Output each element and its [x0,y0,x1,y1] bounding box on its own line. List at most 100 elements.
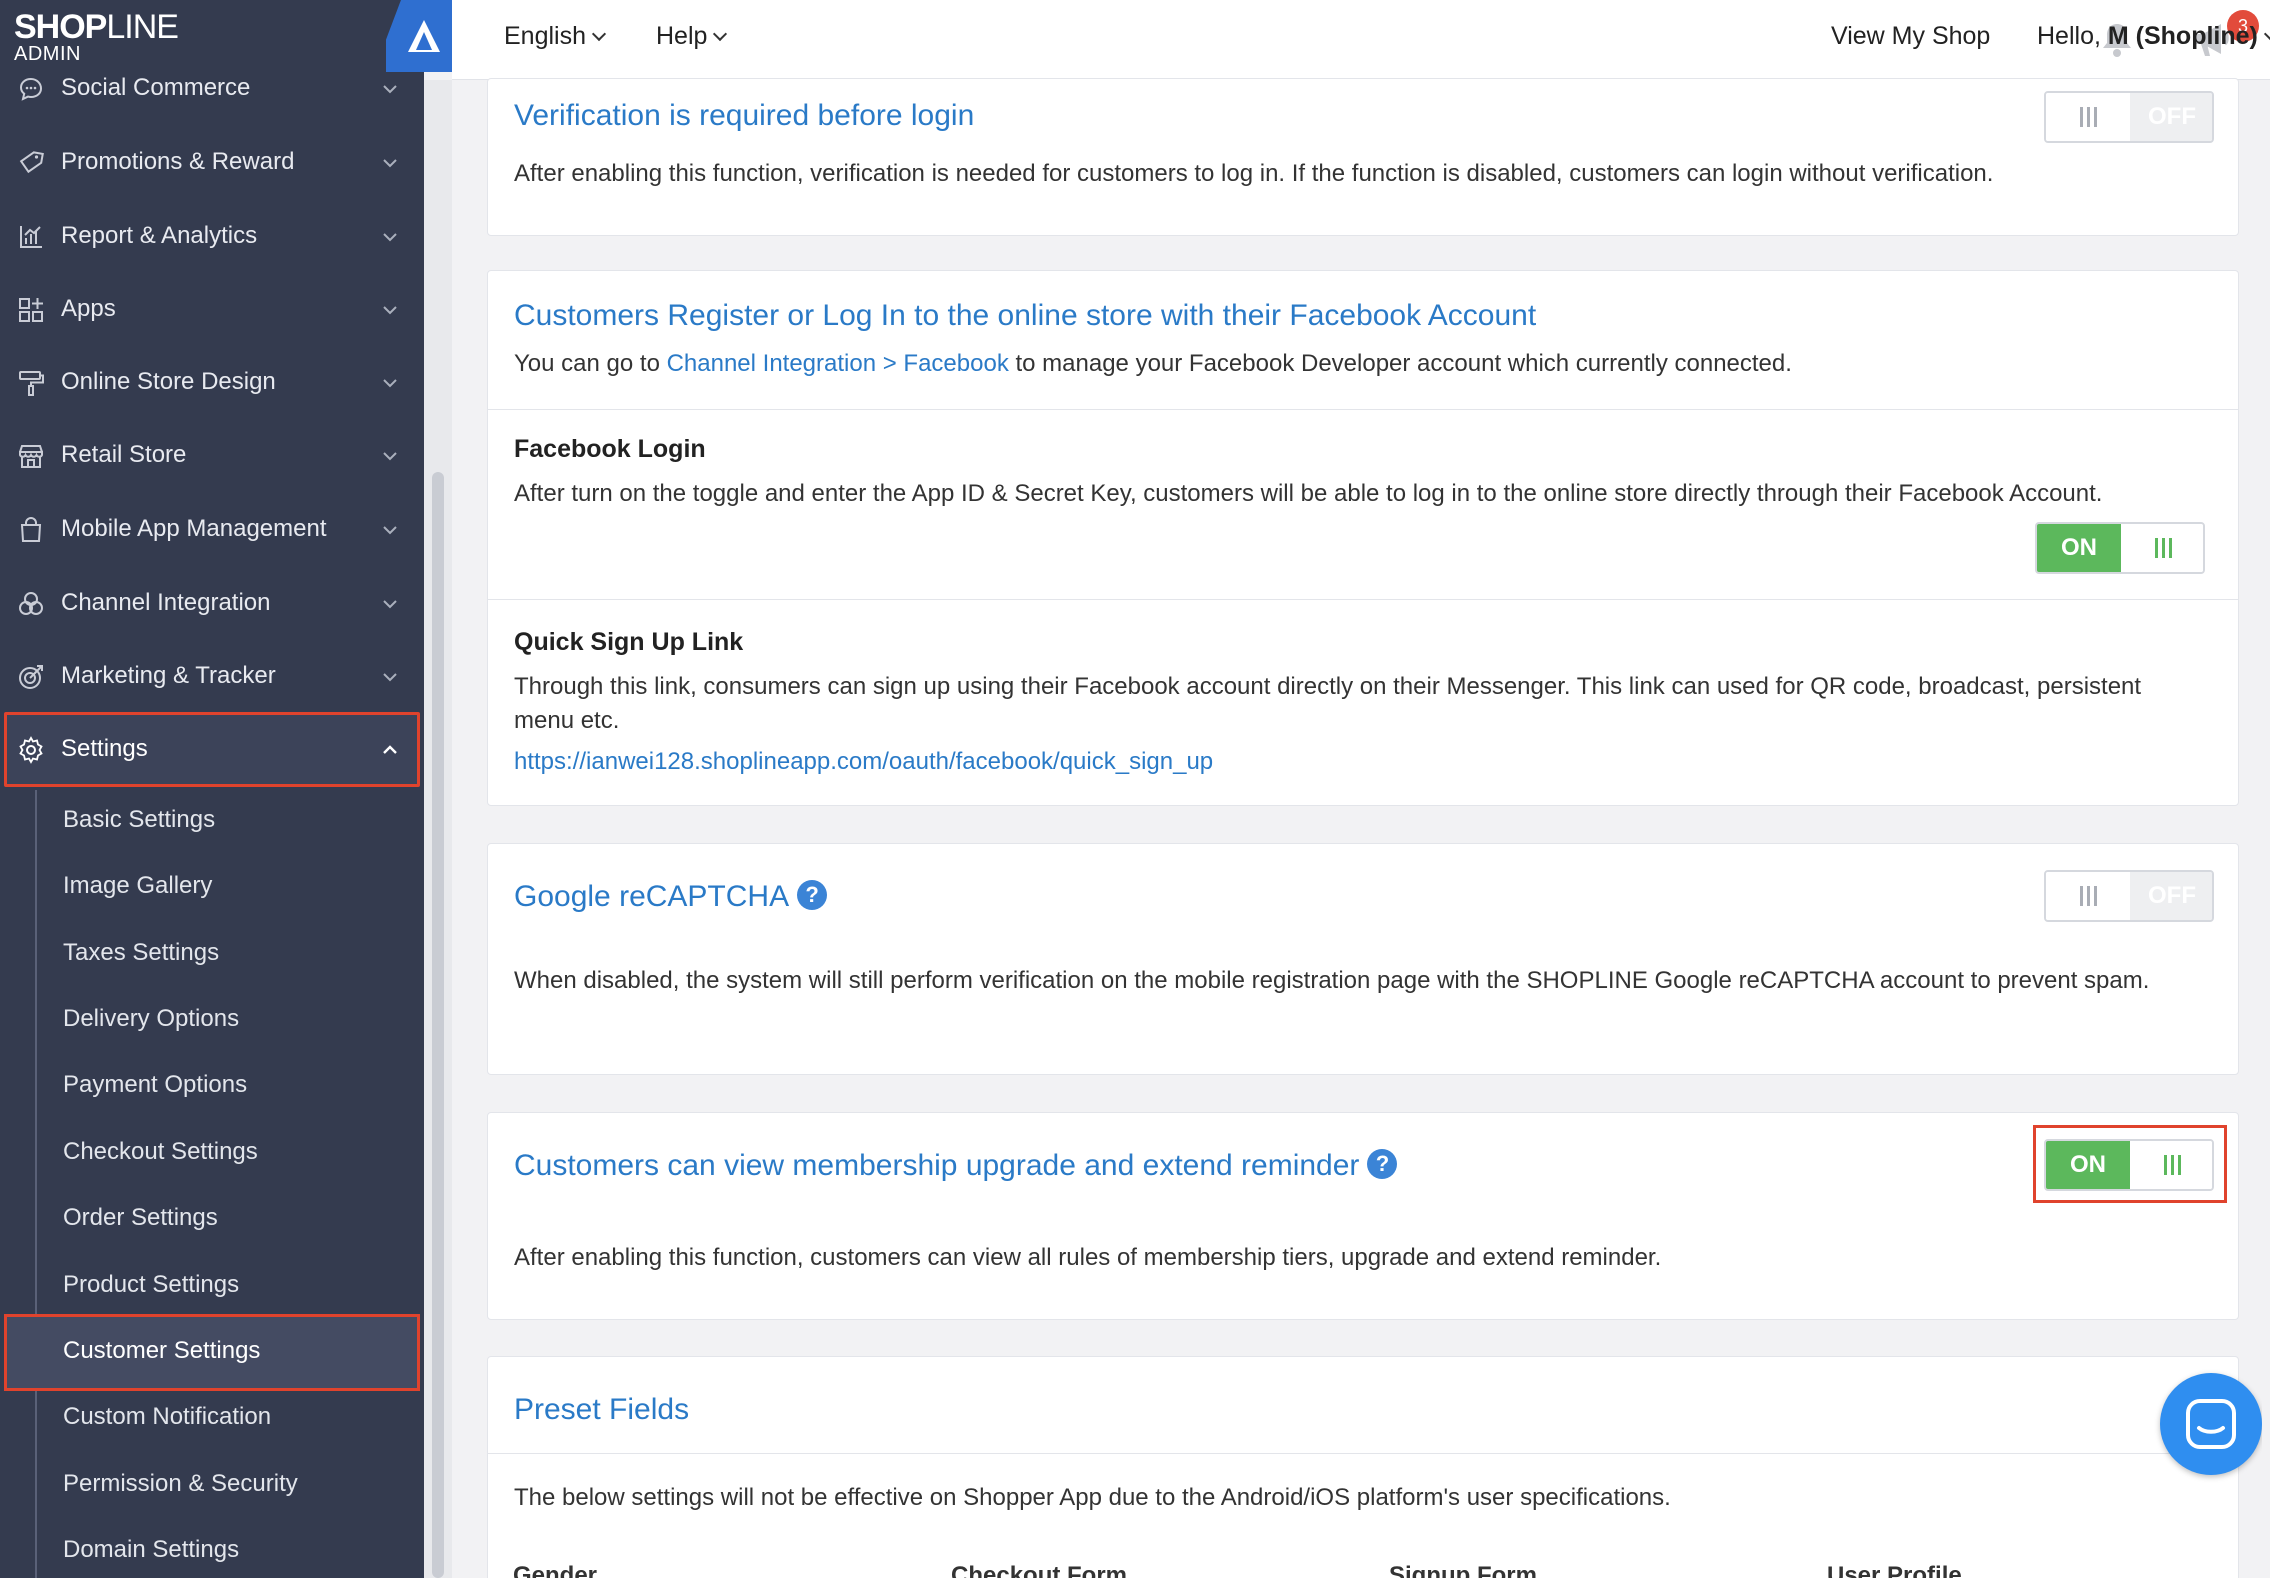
sidebar-item-apps[interactable]: Apps [0,278,424,340]
user-menu[interactable]: Hello, M (Shopline) [2037,22,2270,51]
hello-prefix: Hello, [2037,22,2108,50]
sidebar-item-label: Retail Store [61,441,187,468]
chevron-down-icon [383,526,397,535]
view-my-shop-link[interactable]: View My Shop [1831,22,1990,51]
sidebar-item-channel-integration[interactable]: Channel Integration [0,572,424,634]
sidebar-sub-payment-options[interactable]: Payment Options [63,1071,247,1099]
channels-icon [19,592,43,615]
sidebar-item-label: Mobile App Management [61,515,327,542]
help-icon[interactable]: ? [797,880,828,911]
toggle-state-label: OFF [2130,93,2212,141]
sidebar-item-promotions[interactable]: Promotions & Reward [0,131,424,193]
submenu-line [35,790,37,1578]
facebook-login-title: Facebook Login [514,435,706,463]
sidebar-item-marketing[interactable]: Marketing & Tracker [0,645,424,707]
logo-text: SHOPLINE [14,8,179,46]
sidebar-sub-custom-notification[interactable]: Custom Notification [63,1403,271,1431]
page-scrollbar[interactable] [2262,80,2270,1578]
sidebar-item-label: Settings [61,735,148,762]
membership-title-row: Customers can view membership upgrade an… [514,1149,1398,1183]
facebook-intro: You can go to Channel Integration > Face… [514,347,2214,381]
chevron-down-icon [383,85,397,94]
preset-text: The below settings will not be effective… [514,1484,1671,1511]
divider [488,1453,2238,1454]
sidebar-item-social-commerce[interactable]: Social Commerce [0,57,424,119]
tag-icon [19,151,44,174]
storefront-icon [19,445,43,468]
verification-card: Verification is required before login Af… [487,78,2239,236]
chevron-down-icon [383,600,397,609]
sidebar-item-mobile-app[interactable]: Mobile App Management [0,498,424,560]
sidebar-sub-taxes-settings[interactable]: Taxes Settings [63,939,219,967]
sidebar-sub-customer-settings[interactable]: Customer Settings [63,1337,260,1365]
facebook-login-toggle[interactable]: ON [2035,522,2205,574]
chat-bubble-icon [19,77,43,101]
grip-icon [2080,107,2098,127]
preset-fields-card: Preset Fields The below settings will no… [487,1356,2239,1578]
chat-icon [2186,1399,2236,1449]
column-header: Gender [513,1562,598,1578]
recaptcha-card: Google reCAPTCHA? When disabled, the sys… [487,843,2239,1075]
apps-grid-icon [19,298,43,322]
facebook-intro-after: to manage your Facebook Developer accoun… [1008,350,1792,377]
sidebar-item-label: Channel Integration [61,589,271,616]
paint-roller-icon [19,371,44,396]
sidebar-item-label: Apps [61,295,116,322]
chat-launcher-button[interactable] [2160,1373,2262,1475]
sidebar-item-report-analytics[interactable]: Report & Analytics [0,205,424,267]
facebook-intro-before: You can go to [514,350,667,377]
sidebar-item-settings[interactable]: Settings [0,718,424,780]
sidebar-item-label: Online Store Design [61,368,276,395]
help-label: Help [656,22,708,50]
grip-icon [2080,886,2098,906]
sidebar-scrollbar[interactable] [432,472,444,1578]
column-header: User Profile [1827,1562,1962,1578]
sidebar-item-label: Promotions & Reward [61,148,295,175]
membership-text: After enabling this function, customers … [514,1244,1662,1271]
verification-toggle[interactable]: OFF [2044,91,2214,143]
shopline-logo[interactable]: SHOPLINE ADMIN [14,8,179,64]
help-icon[interactable]: ? [1367,1149,1398,1180]
sidebar-item-label: Report & Analytics [61,222,258,249]
sidebar-item-label: Social Commerce [61,74,251,101]
caret-down-icon [591,26,607,42]
toggle-handle [2046,872,2130,920]
toggle-handle [2046,93,2130,141]
chevron-up-icon [383,745,397,754]
sidebar-sub-image-gallery[interactable]: Image Gallery [63,872,212,900]
recaptcha-title: Google reCAPTCHA [514,880,790,913]
sidebar-item-label: Marketing & Tracker [61,662,276,689]
channel-integration-link[interactable]: Channel Integration > Facebook [667,350,1009,377]
chevron-down-icon [383,306,397,315]
quick-signup-link[interactable]: https://ianwei128.shoplineapp.com/oauth/… [514,745,1213,779]
shopping-bag-icon [20,517,42,542]
sidebar-sub-domain-settings[interactable]: Domain Settings [63,1536,239,1564]
chevron-down-icon [383,159,397,168]
facebook-login-text: After turn on the toggle and enter the A… [514,480,2103,507]
preset-title: Preset Fields [514,1393,690,1426]
sidebar-item-online-store-design[interactable]: Online Store Design [0,351,424,413]
column-header: Checkout Form [951,1562,1128,1578]
caret-down-icon [2263,26,2270,42]
membership-title: Customers can view membership upgrade an… [514,1149,1360,1182]
sidebar-sub-order-settings[interactable]: Order Settings [63,1204,218,1232]
target-icon [19,665,43,689]
quick-signup-text: Through this link, consumers can sign up… [514,673,2142,734]
grip-icon [2155,538,2173,558]
sidebar-sub-permission-security[interactable]: Permission & Security [63,1470,298,1498]
help-dropdown[interactable]: Help [656,22,728,51]
quick-signup-title: Quick Sign Up Link [514,628,744,656]
sidebar-sub-delivery-options[interactable]: Delivery Options [63,1005,239,1033]
recaptcha-text: When disabled, the system will still per… [514,967,2150,994]
sidebar-item-retail-store[interactable]: Retail Store [0,424,424,486]
toggle-state-label: ON [2037,524,2121,572]
user-name: M (Shopline) [2107,22,2258,50]
sidebar-sub-checkout-settings[interactable]: Checkout Settings [63,1138,258,1166]
facebook-card: Customers Register or Log In to the onli… [487,270,2239,806]
divider [488,409,2238,410]
sidebar-sub-basic-settings[interactable]: Basic Settings [63,806,215,834]
language-dropdown[interactable]: English [504,22,607,51]
chevron-down-icon [383,379,397,388]
sidebar-sub-product-settings[interactable]: Product Settings [63,1271,239,1299]
recaptcha-toggle[interactable]: OFF [2044,870,2214,922]
